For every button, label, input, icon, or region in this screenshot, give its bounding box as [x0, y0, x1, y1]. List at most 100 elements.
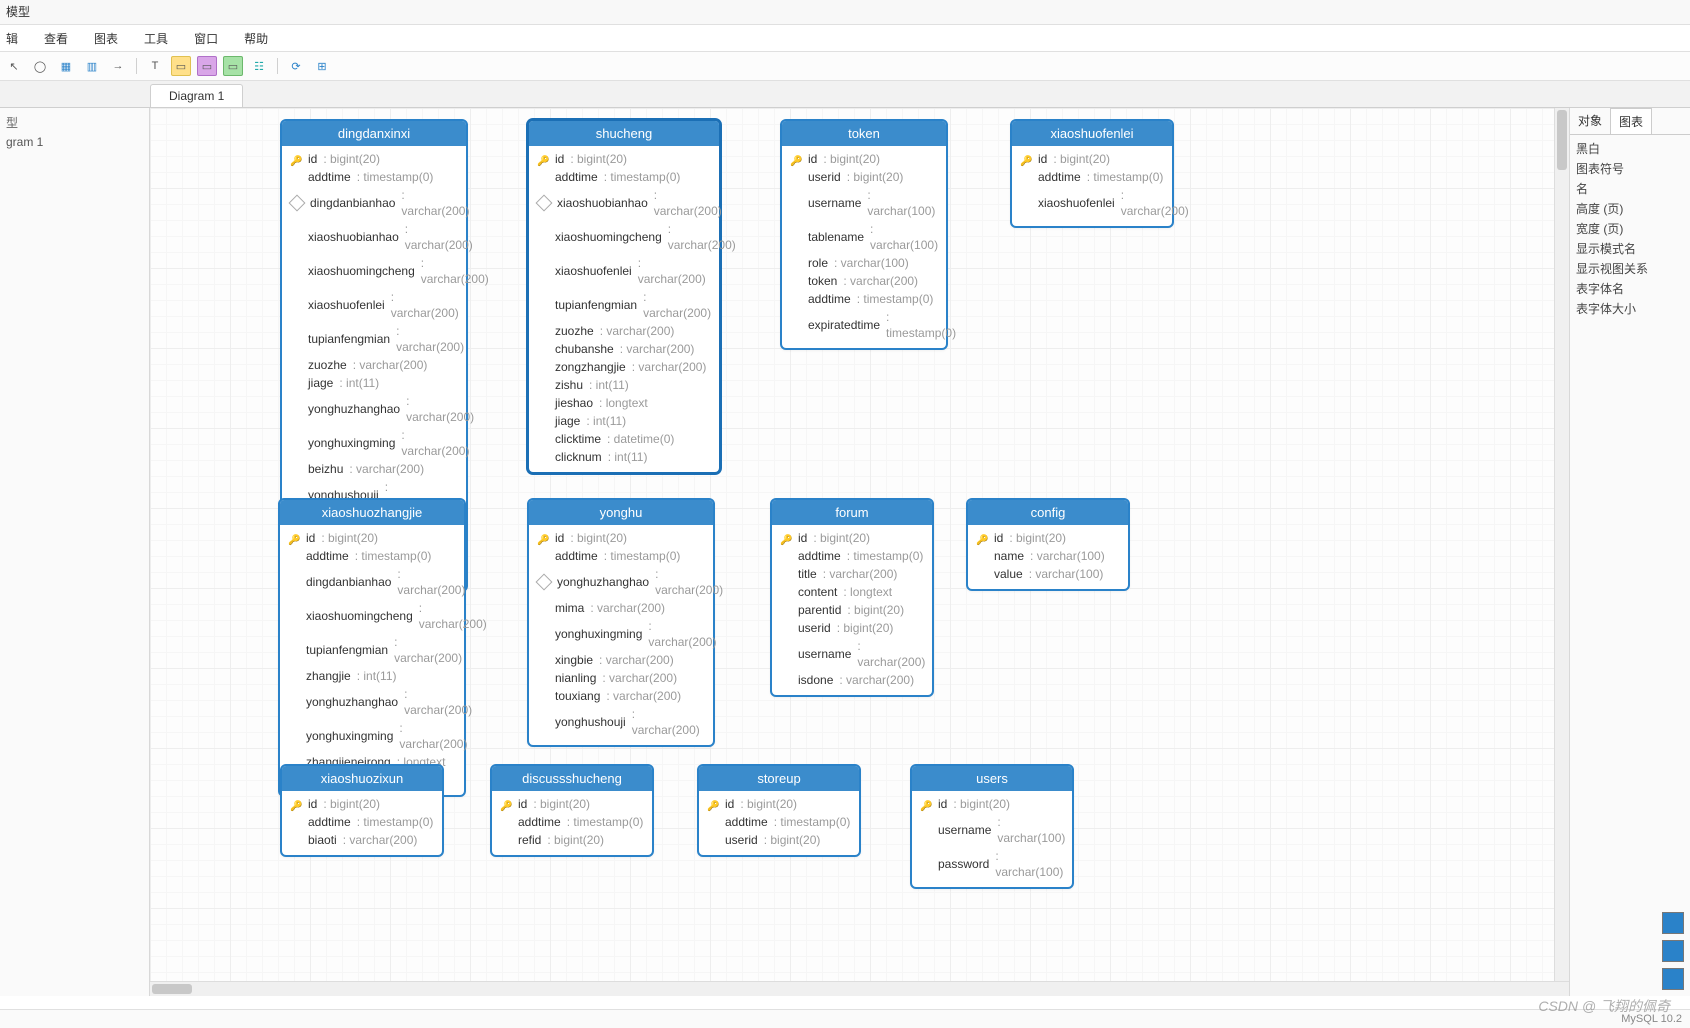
opt-width[interactable]: 宽度 (页): [1576, 219, 1684, 239]
entity-yonghu[interactable]: yonghuid: bigint(20)addtime: timestamp(0…: [527, 498, 715, 747]
column-icon[interactable]: ▥: [82, 56, 102, 76]
column-row[interactable]: content: longtext: [780, 583, 924, 601]
column-row[interactable]: id: bigint(20): [1020, 150, 1164, 168]
column-row[interactable]: tupianfengmian: varchar(200): [537, 288, 711, 322]
entity-header[interactable]: shucheng: [529, 121, 719, 146]
column-row[interactable]: id: bigint(20): [780, 529, 924, 547]
column-row[interactable]: zuozhe: varchar(200): [537, 322, 711, 340]
column-row[interactable]: jiage: int(11): [290, 374, 458, 392]
entity-users[interactable]: usersid: bigint(20)username: varchar(100…: [910, 764, 1074, 889]
hand-icon[interactable]: ◯: [30, 56, 50, 76]
column-row[interactable]: nianling: varchar(200): [537, 669, 705, 687]
diagram-canvas[interactable]: dingdanxinxiid: bigint(20)addtime: times…: [150, 108, 1569, 996]
column-row[interactable]: username: varchar(100): [790, 186, 938, 220]
menu-view[interactable]: 查看: [44, 30, 68, 47]
column-row[interactable]: xiaoshuomingcheng: varchar(200): [290, 254, 458, 288]
column-row[interactable]: tupianfengmian: varchar(200): [288, 633, 456, 667]
image-icon[interactable]: ▭: [197, 56, 217, 76]
pointer-icon[interactable]: ↖: [4, 56, 24, 76]
column-row[interactable]: yonghuzhanghao: varchar(200): [288, 685, 456, 719]
column-row[interactable]: addtime: timestamp(0): [290, 813, 434, 831]
column-row[interactable]: xiaoshuobianhao: varchar(200): [537, 186, 711, 220]
column-row[interactable]: addtime: timestamp(0): [537, 168, 711, 186]
column-row[interactable]: zhangjie: int(11): [288, 667, 456, 685]
opt-viewrel[interactable]: 显示视图关系: [1576, 259, 1684, 279]
entity-header[interactable]: token: [782, 121, 946, 146]
column-row[interactable]: id: bigint(20): [290, 150, 458, 168]
column-row[interactable]: mima: varchar(200): [537, 599, 705, 617]
swatch-3[interactable]: [1662, 968, 1684, 990]
entity-storeup[interactable]: storeupid: bigint(20)addtime: timestamp(…: [697, 764, 861, 857]
entity-header[interactable]: forum: [772, 500, 932, 525]
model-icon[interactable]: ⊞: [312, 56, 332, 76]
column-row[interactable]: tupianfengmian: varchar(200): [290, 322, 458, 356]
right-tab-object[interactable]: 对象: [1570, 108, 1610, 134]
column-row[interactable]: userid: bigint(20): [780, 619, 924, 637]
column-row[interactable]: dingdanbianhao: varchar(200): [288, 565, 456, 599]
opt-symbol[interactable]: 图表符号: [1576, 159, 1684, 179]
column-row[interactable]: xiaoshuofenlei: varchar(200): [1020, 186, 1164, 220]
menu-window[interactable]: 窗口: [194, 30, 218, 47]
tab-diagram-1[interactable]: Diagram 1: [150, 84, 243, 107]
column-row[interactable]: yonghuxingming: varchar(200): [537, 617, 705, 651]
opt-height[interactable]: 高度 (页): [1576, 199, 1684, 219]
column-row[interactable]: userid: bigint(20): [707, 831, 851, 849]
column-row[interactable]: id: bigint(20): [976, 529, 1120, 547]
opt-bw[interactable]: 黑白: [1576, 139, 1684, 159]
column-row[interactable]: touxiang: varchar(200): [537, 687, 705, 705]
column-row[interactable]: password: varchar(100): [920, 847, 1064, 881]
column-row[interactable]: userid: bigint(20): [790, 168, 938, 186]
column-row[interactable]: zishu: int(11): [537, 376, 711, 394]
object-icon[interactable]: ▭: [223, 56, 243, 76]
swatch-1[interactable]: [1662, 912, 1684, 934]
text-icon[interactable]: T: [145, 56, 165, 76]
entity-xiaoshuofenlei[interactable]: xiaoshuofenleiid: bigint(20)addtime: tim…: [1010, 119, 1174, 228]
right-tab-chart[interactable]: 图表: [1610, 108, 1652, 134]
column-row[interactable]: id: bigint(20): [500, 795, 644, 813]
entity-xiaoshuozixun[interactable]: xiaoshuozixunid: bigint(20)addtime: time…: [280, 764, 444, 857]
column-row[interactable]: dingdanbianhao: varchar(200): [290, 186, 458, 220]
menu-chart[interactable]: 图表: [94, 30, 118, 47]
column-row[interactable]: addtime: timestamp(0): [780, 547, 924, 565]
column-row[interactable]: role: varchar(100): [790, 254, 938, 272]
entity-forum[interactable]: forum id: bigint(20)addtime: timestamp(0)…: [770, 498, 934, 697]
column-row[interactable]: zongzhangjie: varchar(200): [537, 358, 711, 376]
swatch-2[interactable]: [1662, 940, 1684, 962]
entity-header[interactable]: xiaoshuozixun: [282, 766, 442, 791]
column-row[interactable]: addtime: timestamp(0): [290, 168, 458, 186]
column-row[interactable]: addtime: timestamp(0): [537, 547, 705, 565]
menu-tools[interactable]: 工具: [144, 30, 168, 47]
column-row[interactable]: yonghushouji: varchar(200): [537, 705, 705, 739]
column-row[interactable]: addtime: timestamp(0): [707, 813, 851, 831]
entity-header[interactable]: xiaoshuozhangjie: [280, 500, 464, 525]
column-row[interactable]: yonghuzhanghao: varchar(200): [537, 565, 705, 599]
column-row[interactable]: addtime: timestamp(0): [790, 290, 938, 308]
entity-header[interactable]: users: [912, 766, 1072, 791]
opt-fontsize[interactable]: 表字体大小: [1576, 299, 1684, 319]
column-row[interactable]: xiaoshuomingcheng: varchar(200): [537, 220, 711, 254]
opt-schema[interactable]: 显示模式名: [1576, 239, 1684, 259]
column-row[interactable]: addtime: timestamp(0): [500, 813, 644, 831]
column-row[interactable]: clicknum: int(11): [537, 448, 711, 466]
vertical-scrollbar[interactable]: [1554, 108, 1569, 982]
note-icon[interactable]: ▭: [171, 56, 191, 76]
column-row[interactable]: token: varchar(200): [790, 272, 938, 290]
column-row[interactable]: biaoti: varchar(200): [290, 831, 434, 849]
column-row[interactable]: jiage: int(11): [537, 412, 711, 430]
column-row[interactable]: id: bigint(20): [537, 529, 705, 547]
column-row[interactable]: expiratedtime: timestamp(0): [790, 308, 938, 342]
horizontal-scrollbar[interactable]: [150, 981, 1569, 996]
entity-header[interactable]: discussshucheng: [492, 766, 652, 791]
column-row[interactable]: yonghuxingming: varchar(200): [290, 426, 458, 460]
column-row[interactable]: xingbie: varchar(200): [537, 651, 705, 669]
column-row[interactable]: id: bigint(20): [920, 795, 1064, 813]
table-icon[interactable]: ▦: [56, 56, 76, 76]
column-row[interactable]: refid: bigint(20): [500, 831, 644, 849]
refresh-icon[interactable]: ⟳: [286, 56, 306, 76]
column-row[interactable]: name: varchar(100): [976, 547, 1120, 565]
column-row[interactable]: id: bigint(20): [707, 795, 851, 813]
column-row[interactable]: id: bigint(20): [288, 529, 456, 547]
entity-header[interactable]: config: [968, 500, 1128, 525]
column-row[interactable]: title: varchar(200): [780, 565, 924, 583]
column-row[interactable]: xiaoshuomingcheng: varchar(200): [288, 599, 456, 633]
